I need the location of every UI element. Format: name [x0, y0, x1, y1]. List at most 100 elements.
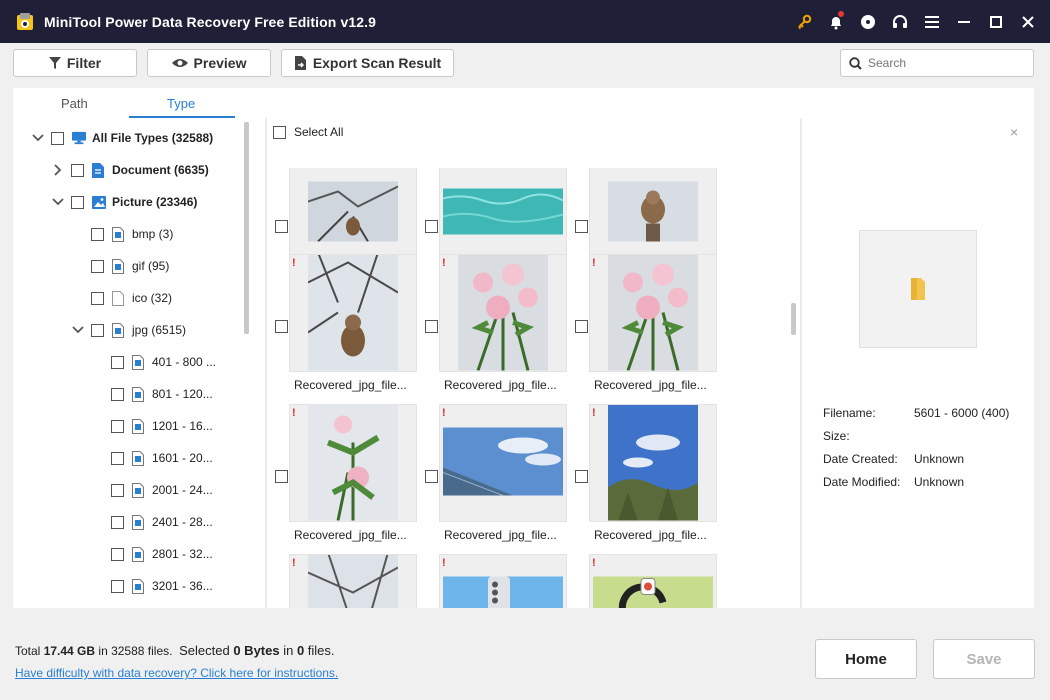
tree-item[interactable]: All File Types (32588) — [31, 128, 213, 148]
tree-item[interactable]: 1201 - 16... — [91, 416, 213, 436]
close-preview-button[interactable]: × — [1010, 124, 1018, 140]
photo-image — [608, 255, 698, 371]
chevron-down-icon[interactable] — [51, 195, 65, 209]
preview-button[interactable]: Preview — [147, 49, 271, 77]
tree-item[interactable]: 3201 - 36... — [91, 576, 213, 596]
tree-checkbox[interactable] — [91, 291, 104, 305]
save-button[interactable]: Save — [933, 639, 1035, 679]
minimize-icon[interactable] — [948, 0, 980, 43]
file-thumbnail-card[interactable]: ! Recovered_jpg_file... — [421, 254, 571, 404]
tree-checkbox[interactable] — [111, 547, 124, 561]
select-all-checkbox[interactable] — [273, 125, 286, 139]
file-checkbox[interactable] — [575, 220, 588, 233]
file-checkbox[interactable] — [425, 220, 438, 233]
tree-item[interactable]: 2001 - 24... — [91, 480, 213, 500]
search-input[interactable] — [868, 56, 1018, 70]
file-name-label: Recovered_jpg_file... — [594, 378, 707, 392]
file-thumbnail-card[interactable]: ! Recovered_jpg_file... — [271, 404, 421, 554]
file-checkbox[interactable] — [575, 470, 588, 483]
file-icon — [132, 450, 146, 466]
tree-checkbox[interactable] — [91, 259, 104, 273]
tree-item[interactable]: 401 - 800 ... — [91, 352, 216, 372]
file-thumbnail-card[interactable]: ! Recovered_jpg_file... — [421, 404, 571, 554]
tree-item[interactable]: 2401 - 28... — [91, 512, 213, 532]
filter-button[interactable]: Filter — [13, 49, 137, 77]
file-checkbox[interactable] — [425, 470, 438, 483]
tree-checkbox[interactable] — [111, 355, 124, 369]
tree-checkbox[interactable] — [111, 515, 124, 529]
file-checkbox[interactable] — [425, 320, 438, 333]
file-thumbnail[interactable] — [289, 404, 417, 522]
export-scan-result-button[interactable]: Export Scan Result — [281, 49, 454, 77]
file-thumbnail[interactable] — [439, 554, 567, 608]
tree-item[interactable]: ico (32) — [71, 288, 172, 308]
tree-item-label: 801 - 120... — [152, 387, 213, 401]
tree-checkbox[interactable] — [111, 579, 124, 593]
file-checkbox[interactable] — [275, 220, 288, 233]
file-thumbnail[interactable] — [289, 254, 417, 372]
file-thumbnail-card[interactable]: ! — [571, 554, 721, 608]
file-thumbnail-card[interactable]: ! Recovered_jpg_file... — [271, 254, 421, 404]
tree-item[interactable]: 2801 - 32... — [91, 544, 213, 564]
tree-item[interactable]: 1601 - 20... — [91, 448, 213, 468]
headset-icon[interactable] — [884, 0, 916, 43]
tree-item[interactable]: jpg (6515) — [71, 320, 186, 340]
select-all-label: Select All — [294, 125, 344, 139]
file-thumbnail-card[interactable]: ! — [421, 554, 571, 608]
tab-type[interactable]: Type — [167, 96, 195, 111]
close-icon[interactable] — [1012, 0, 1044, 43]
file-thumbnail[interactable] — [439, 254, 567, 372]
tree-checkbox[interactable] — [51, 131, 64, 145]
tree-checkbox[interactable] — [111, 419, 124, 433]
tree-checkbox[interactable] — [71, 195, 84, 209]
file-thumbnail[interactable] — [589, 554, 717, 608]
tree-checkbox[interactable] — [111, 483, 124, 497]
tree-checkbox[interactable] — [111, 387, 124, 401]
search-box[interactable] — [840, 49, 1034, 77]
file-thumbnail-card[interactable]: ! Recovered_jpg_file... — [571, 254, 721, 404]
help-link[interactable]: Have difficulty with data recovery? Clic… — [15, 666, 338, 680]
file-checkbox[interactable] — [275, 320, 288, 333]
preview-divider — [800, 118, 802, 608]
file-thumbnail[interactable] — [439, 404, 567, 522]
tree-item[interactable]: 801 - 120... — [91, 384, 213, 404]
tree-checkbox[interactable] — [91, 227, 104, 241]
file-thumbnail-card[interactable]: ! Recovered_jpg_file... — [571, 404, 721, 554]
file-checkbox[interactable] — [275, 470, 288, 483]
key-icon[interactable] — [788, 0, 820, 43]
disc-icon[interactable] — [852, 0, 884, 43]
tab-path[interactable]: Path — [61, 96, 88, 111]
photo-image — [593, 555, 713, 608]
chevron-right-icon[interactable] — [51, 163, 65, 177]
results-panel: Path Type All File Types (32588) Document… — [13, 88, 1034, 608]
tree-scrollbar[interactable] — [244, 122, 249, 334]
maximize-icon[interactable] — [980, 0, 1012, 43]
tree-item[interactable]: bmp (3) — [71, 224, 173, 244]
file-name-label: Recovered_jpg_file... — [294, 378, 407, 392]
menu-icon[interactable] — [916, 0, 948, 43]
file-thumbnail[interactable] — [589, 404, 717, 522]
tree-checkbox[interactable] — [111, 451, 124, 465]
bell-icon[interactable] — [820, 0, 852, 43]
home-button[interactable]: Home — [815, 639, 917, 679]
tree-item[interactable]: gif (95) — [71, 256, 169, 276]
tree-checkbox[interactable] — [91, 323, 104, 337]
tree-checkbox[interactable] — [71, 163, 84, 177]
file-thumbnail-card[interactable]: ! — [271, 554, 421, 608]
chevron-down-icon[interactable] — [31, 131, 45, 145]
photo-image — [307, 255, 399, 371]
grid-scrollbar[interactable] — [791, 303, 796, 335]
file-thumbnail[interactable] — [289, 554, 417, 608]
chevron-down-icon[interactable] — [71, 323, 85, 337]
select-all[interactable]: Select All — [273, 125, 343, 139]
file-checkbox[interactable] — [575, 320, 588, 333]
files-text: files. — [144, 644, 173, 658]
tree-item-label: 2001 - 24... — [152, 483, 213, 497]
tree-item[interactable]: Picture (23346) — [51, 192, 197, 212]
app-title: MiniTool Power Data Recovery Free Editio… — [44, 13, 376, 30]
file-thumbnail[interactable] — [589, 254, 717, 372]
toolbar: Filter Preview Export Scan Result — [0, 43, 1050, 87]
tree-item-label: jpg (6515) — [132, 323, 187, 337]
tree-item[interactable]: Document (6635) — [51, 160, 209, 180]
photo-image — [308, 405, 398, 521]
